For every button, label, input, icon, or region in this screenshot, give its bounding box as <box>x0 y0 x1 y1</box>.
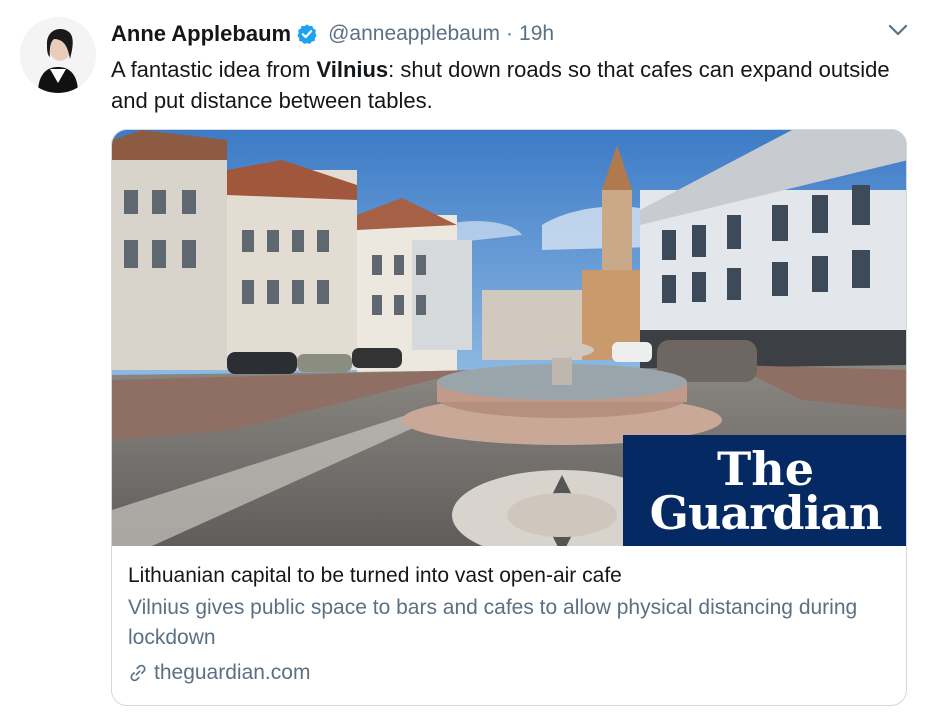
link-card[interactable]: The Guardian Lithuanian capital to be tu… <box>111 129 907 706</box>
author-name[interactable]: Anne Applebaum <box>111 21 291 47</box>
tweet-timestamp[interactable]: 19h <box>519 22 554 46</box>
tweet[interactable]: Anne Applebaum @anneapplebaum · 19h A fa… <box>0 0 929 720</box>
tweet-header: Anne Applebaum @anneapplebaum · 19h <box>111 20 554 48</box>
logo-line-1: The <box>717 441 814 496</box>
link-icon <box>128 663 148 683</box>
card-image[interactable]: The Guardian <box>112 130 906 560</box>
card-body: Lithuanian capital to be turned into vas… <box>128 562 888 687</box>
guardian-logo: The Guardian <box>623 435 906 546</box>
card-title: Lithuanian capital to be turned into vas… <box>128 564 622 587</box>
tweet-text-bold: Vilnius <box>316 57 389 82</box>
card-description: Vilnius gives public space to bars and c… <box>128 596 858 649</box>
card-domain: theguardian.com <box>128 659 888 687</box>
logo-line-2: Guardian <box>649 485 883 540</box>
chevron-down-icon[interactable] <box>885 20 911 40</box>
tweet-text: A fantastic idea from Vilnius: shut down… <box>111 54 891 116</box>
avatar[interactable] <box>20 17 96 93</box>
author-handle[interactable]: @anneapplebaum <box>328 22 500 46</box>
card-domain-text: theguardian.com <box>154 661 311 684</box>
verified-badge-icon <box>296 23 318 45</box>
separator-dot: · <box>506 22 514 45</box>
tweet-text-part: A fantastic idea from <box>111 57 317 82</box>
